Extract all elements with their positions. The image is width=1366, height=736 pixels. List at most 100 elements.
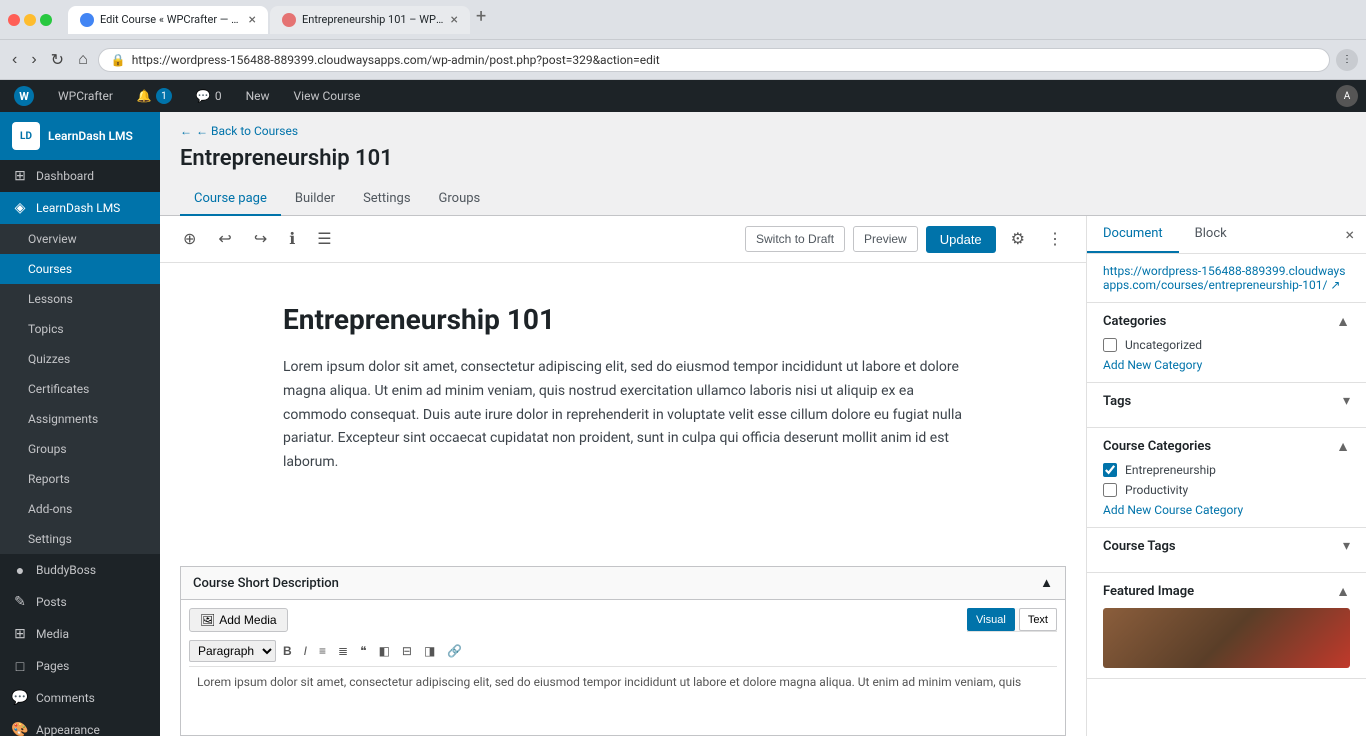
- new-tab-button[interactable]: +: [472, 6, 490, 34]
- address-text: https://wordpress-156488-889399.cloudway…: [132, 53, 1317, 67]
- add-new-course-category-link[interactable]: Add New Course Category: [1103, 503, 1350, 517]
- doc-tab-block[interactable]: Block: [1179, 216, 1243, 253]
- add-new-category-link[interactable]: Add New Category: [1103, 358, 1350, 372]
- sidebar-item-reports[interactable]: Reports: [0, 464, 160, 494]
- sidebar-item-lessons[interactable]: Lessons: [0, 284, 160, 314]
- course-category-entrepreneurship-checkbox[interactable]: [1103, 463, 1117, 477]
- align-center-button[interactable]: ⊟: [397, 641, 417, 661]
- post-title[interactable]: Entrepreneurship 101: [283, 303, 963, 336]
- course-category-productivity-checkbox[interactable]: [1103, 483, 1117, 497]
- course-categories-header[interactable]: Course Categories ▲: [1103, 438, 1350, 455]
- sidebar-item-assignments[interactable]: Assignments: [0, 404, 160, 434]
- back-to-courses-link[interactable]: ← ← Back to Courses: [180, 124, 298, 138]
- sidebar-item-topics[interactable]: Topics: [0, 314, 160, 344]
- wp-logo-item[interactable]: W: [8, 80, 40, 112]
- window-maximize-btn[interactable]: [40, 14, 52, 26]
- switch-to-draft-button[interactable]: Switch to Draft: [745, 226, 845, 252]
- unordered-list-button[interactable]: ≣: [333, 641, 353, 661]
- sidebar-item-settings[interactable]: Settings: [0, 524, 160, 554]
- permalink-section: https://wordpress-156488-889399.cloudway…: [1087, 254, 1366, 303]
- window-minimize-btn[interactable]: [24, 14, 36, 26]
- address-bar[interactable]: 🔒 https://wordpress-156488-889399.cloudw…: [98, 48, 1330, 72]
- sidebar-item-comments[interactable]: 💬 Comments: [0, 682, 160, 714]
- wp-comments[interactable]: 💬 0: [190, 80, 228, 112]
- wp-new-item[interactable]: New: [240, 80, 276, 112]
- sidebar-item-groups[interactable]: Groups: [0, 434, 160, 464]
- featured-image-header[interactable]: Featured Image ▲: [1103, 583, 1350, 600]
- refresh-button[interactable]: ↻: [47, 46, 68, 74]
- add-block-button[interactable]: ⊕: [176, 224, 203, 254]
- sidebar-brand[interactable]: LD LearnDash LMS: [0, 112, 160, 160]
- redo-button[interactable]: ↪: [247, 224, 274, 254]
- sidebar-item-addons[interactable]: Add-ons: [0, 494, 160, 524]
- sidebar-item-posts[interactable]: ✎ Posts: [0, 586, 160, 618]
- undo-button[interactable]: ↩: [211, 224, 238, 254]
- back-button[interactable]: ‹: [8, 47, 21, 73]
- browser-window-controls: [8, 14, 52, 26]
- settings-toggle-button[interactable]: ⚙: [1004, 224, 1032, 254]
- add-media-button[interactable]: 🖼 Add Media: [189, 608, 288, 632]
- category-uncategorized-checkbox[interactable]: [1103, 338, 1117, 352]
- text-tab[interactable]: Text: [1019, 608, 1057, 631]
- tab-course-page[interactable]: Course page: [180, 183, 281, 216]
- tab-close-1[interactable]: ×: [249, 12, 256, 28]
- sidebar-item-appearance[interactable]: 🎨 Appearance: [0, 714, 160, 736]
- wp-site-name[interactable]: WPCrafter: [52, 80, 119, 112]
- sidebar-label-learndash: LearnDash LMS: [36, 201, 120, 215]
- bold-button[interactable]: B: [278, 641, 297, 661]
- visual-tab[interactable]: Visual: [967, 608, 1015, 631]
- tab-groups[interactable]: Groups: [425, 183, 495, 216]
- user-avatar[interactable]: A: [1336, 85, 1358, 107]
- sidebar-item-pages[interactable]: □ Pages: [0, 650, 160, 682]
- list-view-button[interactable]: ☰: [310, 224, 338, 254]
- more-options-button[interactable]: ⋮: [1040, 224, 1070, 254]
- sidebar-item-overview[interactable]: Overview: [0, 224, 160, 254]
- sidebar-item-buddyboss[interactable]: ● BuddyBoss: [0, 554, 160, 586]
- course-tags-header[interactable]: Course Tags ▾: [1103, 538, 1350, 554]
- doc-panel-close-button[interactable]: ×: [1333, 217, 1366, 252]
- sidebar-label-quizzes: Quizzes: [28, 352, 70, 366]
- sidebar-label-appearance: Appearance: [36, 723, 100, 736]
- permalink-link[interactable]: https://wordpress-156488-889399.cloudway…: [1103, 264, 1350, 292]
- align-right-button[interactable]: ◨: [419, 641, 440, 661]
- forward-button[interactable]: ›: [27, 47, 40, 73]
- sidebar-item-courses[interactable]: Courses: [0, 254, 160, 284]
- short-description-text[interactable]: Lorem ipsum dolor sit amet, consectetur …: [189, 667, 1057, 727]
- ordered-list-button[interactable]: ≡: [314, 641, 331, 661]
- featured-image-toggle-icon: ▲: [1336, 583, 1350, 600]
- doc-tab-document[interactable]: Document: [1087, 216, 1179, 253]
- course-categories-toggle-icon: ▲: [1336, 438, 1350, 455]
- tags-header[interactable]: Tags ▾: [1103, 393, 1350, 409]
- featured-image-preview[interactable]: [1103, 608, 1350, 668]
- sidebar-item-quizzes[interactable]: Quizzes: [0, 344, 160, 374]
- link-button[interactable]: 🔗: [442, 641, 467, 661]
- align-left-button[interactable]: ◧: [374, 641, 395, 661]
- sidebar-item-dashboard[interactable]: ⊞ Dashboard: [0, 160, 160, 192]
- info-button[interactable]: ℹ: [282, 224, 302, 254]
- wp-notifications[interactable]: 🔔 1: [131, 80, 178, 112]
- tab-close-2[interactable]: ×: [451, 12, 458, 28]
- preview-button[interactable]: Preview: [853, 226, 918, 252]
- window-close-btn[interactable]: [8, 14, 20, 26]
- short-description-header[interactable]: Course Short Description ▲: [181, 567, 1065, 600]
- sidebar-item-learndash[interactable]: ◈ LearnDash LMS: [0, 192, 160, 224]
- sidebar-item-certificates[interactable]: Certificates: [0, 374, 160, 404]
- format-bar: Paragraph B I ≡ ≣ ❝ ◧ ⊟ ◨ 🔗: [189, 636, 1057, 667]
- extensions-icon[interactable]: ⋮: [1336, 49, 1358, 71]
- sidebar-label-dashboard: Dashboard: [36, 169, 94, 183]
- home-button[interactable]: ⌂: [74, 47, 92, 73]
- sidebar-item-media[interactable]: ⊞ Media: [0, 618, 160, 650]
- categories-section: Categories ▲ Uncategorized Add New Categ…: [1087, 303, 1366, 383]
- blockquote-button[interactable]: ❝: [355, 641, 371, 661]
- post-body[interactable]: Lorem ipsum dolor sit amet, consectetur …: [283, 356, 963, 475]
- tab-builder[interactable]: Builder: [281, 183, 349, 216]
- editor-canvas[interactable]: Entrepreneurship 101 Lorem ipsum dolor s…: [223, 263, 1023, 566]
- tab-settings[interactable]: Settings: [349, 183, 424, 216]
- wp-view-course[interactable]: View Course: [288, 80, 367, 112]
- italic-button[interactable]: I: [299, 641, 312, 661]
- browser-tab-inactive[interactable]: Entrepreneurship 101 – WPCraft... ×: [270, 6, 470, 34]
- update-button[interactable]: Update: [926, 226, 996, 253]
- categories-header[interactable]: Categories ▲: [1103, 313, 1350, 330]
- browser-tab-active[interactable]: Edit Course « WPCrafter — Word... ×: [68, 6, 268, 34]
- paragraph-select[interactable]: Paragraph: [189, 640, 276, 662]
